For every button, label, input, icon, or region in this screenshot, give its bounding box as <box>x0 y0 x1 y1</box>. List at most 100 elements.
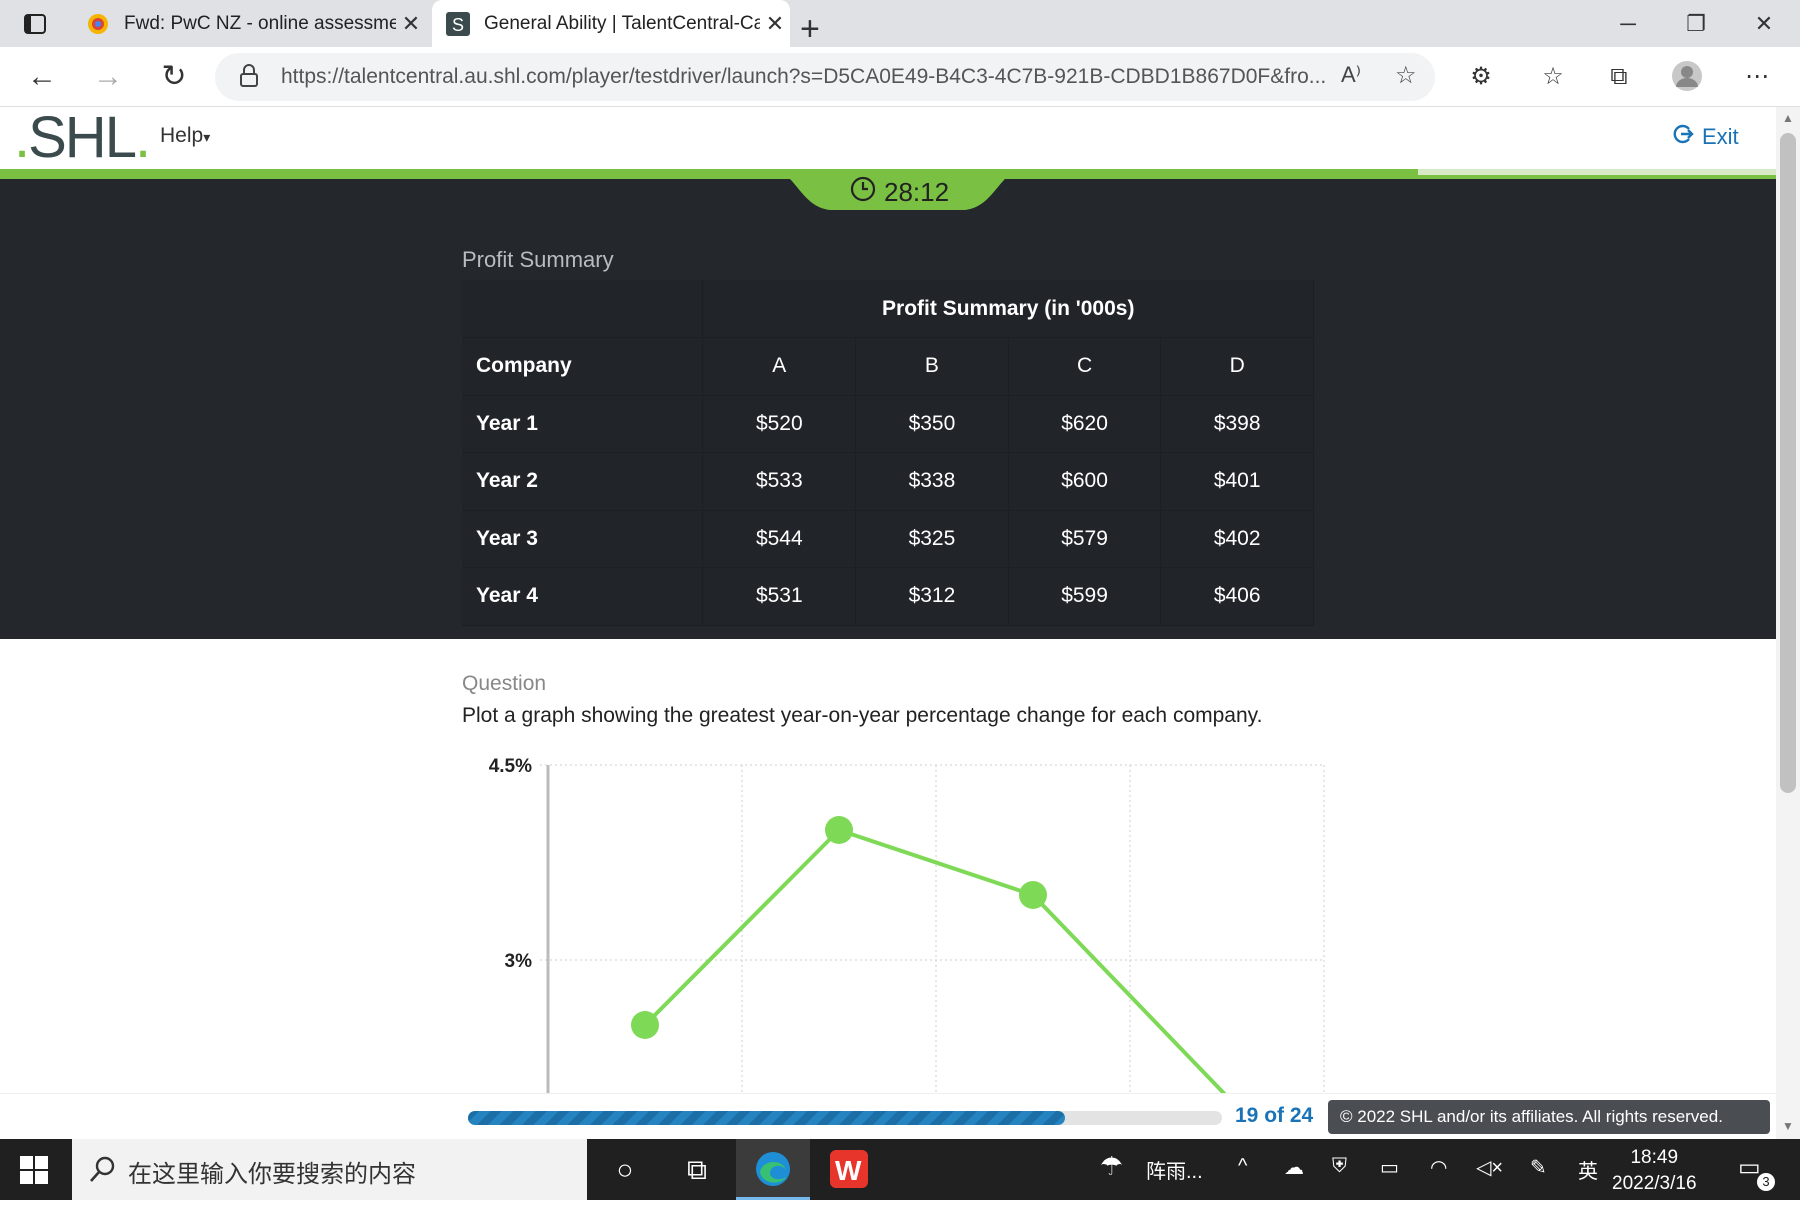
copyright-notice: © 2022 SHL and/or its affiliates. All ri… <box>1328 1100 1770 1134</box>
table-row: Year 4 $531 $312 $599 $406 <box>462 567 1314 626</box>
y-tick-label: 4.5% <box>489 756 532 777</box>
security-icon[interactable]: ⛨ <box>1332 1155 1347 1178</box>
close-tab-icon[interactable]: ✕ <box>396 11 426 37</box>
browser-tab-email[interactable]: Fwd: PwC NZ - online assessmen ✕ <box>86 0 426 47</box>
wps-app-icon[interactable]: W <box>812 1139 886 1200</box>
clock-icon <box>850 176 876 209</box>
more-menu-icon[interactable]: ⋯ <box>1740 60 1774 94</box>
edge-app-icon[interactable] <box>736 1139 810 1200</box>
table-cell: $338 <box>855 452 1009 511</box>
table-row: Year 2 $533 $338 $600 $401 <box>462 452 1314 511</box>
scroll-up-icon[interactable]: ▲ <box>1776 111 1800 125</box>
pen-icon[interactable]: ✎ <box>1530 1155 1547 1180</box>
tab-title: General Ability | TalentCentral-Ca <box>484 12 760 34</box>
browser-tab-talentcentral[interactable]: S General Ability | TalentCentral-Ca ✕ <box>432 0 790 47</box>
table-cell: $520 <box>702 395 857 453</box>
table-corner <box>462 280 704 338</box>
back-icon[interactable]: ← <box>24 59 60 95</box>
row-label: Year 4 <box>462 567 704 626</box>
data-point <box>631 1011 659 1039</box>
cortana-icon[interactable]: ○ <box>588 1139 662 1200</box>
shl-logo: .SHL. <box>14 105 151 170</box>
search-placeholder: 在这里输入你要搜索的内容 <box>128 1161 416 1188</box>
answer-line-chart[interactable]: 4.5% 3% <box>462 748 1332 1093</box>
page-scrollbar[interactable]: ▲ ▼ <box>1776 107 1800 1139</box>
url-field[interactable]: https://talentcentral.au.shl.com/player/… <box>215 53 1435 101</box>
progress-fill <box>468 1111 1066 1125</box>
clock-time: 18:49 <box>1630 1147 1679 1168</box>
browser-address-bar: ← → ↻ https://talentcentral.au.shl.com/p… <box>0 47 1800 107</box>
chart-series <box>631 816 1227 1093</box>
row-label: Year 1 <box>462 395 704 453</box>
shl-favicon-icon: S <box>446 11 470 36</box>
close-window-icon[interactable]: ✕ <box>1740 8 1788 40</box>
forward-icon[interactable]: → <box>90 59 126 95</box>
svg-text:W: W <box>835 1155 862 1186</box>
table-cell: $600 <box>1008 452 1162 511</box>
lock-icon[interactable] <box>239 64 259 93</box>
scroll-down-icon[interactable]: ▼ <box>1776 1119 1800 1133</box>
wifi-icon[interactable]: ◠ <box>1430 1155 1447 1180</box>
table-cell: $620 <box>1008 395 1162 453</box>
help-menu[interactable]: Help▾ <box>160 124 210 148</box>
notification-badge: 3 <box>1757 1173 1775 1191</box>
add-favorite-icon[interactable]: ☆ <box>1395 61 1417 90</box>
row-label: Year 2 <box>462 452 704 511</box>
weather-text[interactable]: 阵雨... <box>1146 1155 1203 1184</box>
mail-favicon-icon <box>86 12 110 36</box>
row-label: Year 3 <box>462 510 704 568</box>
favorites-icon[interactable]: ☆ <box>1536 60 1570 94</box>
table-cell: $599 <box>1008 567 1162 626</box>
refresh-icon[interactable]: ↻ <box>156 59 192 95</box>
show-hidden-icons[interactable]: ^ <box>1238 1155 1247 1178</box>
close-tab-icon[interactable]: ✕ <box>760 11 790 37</box>
minimize-icon[interactable]: ─ <box>1604 8 1652 40</box>
volume-muted-icon[interactable]: ◁× <box>1476 1155 1503 1180</box>
timer: 28:12 <box>850 176 949 209</box>
exit-button[interactable]: Exit <box>1672 123 1739 151</box>
table-row: Year 1 $520 $350 $620 $398 <box>462 395 1314 453</box>
table-cell: $544 <box>702 510 857 568</box>
help-label: Help <box>160 124 204 147</box>
question-text: Plot a graph showing the greatest year-o… <box>462 704 1263 727</box>
browser-tab-bar: Fwd: PwC NZ - online assessmen ✕ S Gener… <box>0 0 1800 48</box>
data-point <box>825 816 853 844</box>
windows-start-icon[interactable] <box>18 1154 50 1186</box>
question-label: Question <box>462 672 547 695</box>
progress-text: 19 of 24 <box>1235 1104 1314 1127</box>
ime-indicator[interactable]: 英 <box>1578 1155 1598 1184</box>
profit-table: Profit Summary (in '000s) Company A B C … <box>462 280 1314 626</box>
restore-icon[interactable]: ❐ <box>1672 8 1720 40</box>
data-point <box>1019 881 1047 909</box>
collections-icon[interactable]: ⧉ <box>1602 60 1636 94</box>
profile-avatar[interactable] <box>1670 60 1704 94</box>
info-panel: Profit Summary Profit Summary (in '000s)… <box>0 179 1776 639</box>
progress-bar <box>468 1111 1222 1125</box>
table-cell: $312 <box>855 567 1009 626</box>
table-row: Year 3 $544 $325 $579 $402 <box>462 510 1314 568</box>
table-cell: $406 <box>1160 567 1314 626</box>
task-view-icon[interactable]: ⧉ <box>660 1139 734 1200</box>
weather-icon[interactable]: ☂ <box>1100 1151 1123 1182</box>
read-aloud-icon[interactable]: A⁾ <box>1341 62 1361 88</box>
row-header: Company <box>462 337 704 396</box>
taskbar-search[interactable]: 在这里输入你要搜索的内容 <box>72 1139 587 1200</box>
column-header: B <box>855 337 1009 396</box>
table-cell: $531 <box>702 567 857 626</box>
new-tab-icon[interactable]: + <box>800 6 820 53</box>
extensions-icon[interactable]: ⚙ <box>1464 60 1498 94</box>
battery-icon[interactable]: ▭ <box>1380 1155 1399 1180</box>
shl-header: .SHL. Help▾ Exit <box>0 107 1776 169</box>
table-header-row: Company A B C D <box>462 337 1314 396</box>
chart-grid <box>540 764 1325 1093</box>
system-clock[interactable]: 18:49 2022/3/16 <box>1612 1145 1697 1197</box>
onedrive-icon[interactable]: ☁ <box>1284 1155 1304 1180</box>
column-header: A <box>702 337 857 396</box>
column-header: D <box>1160 337 1314 396</box>
table-cell: $401 <box>1160 452 1314 511</box>
table-cell: $350 <box>855 395 1009 453</box>
scroll-thumb[interactable] <box>1780 133 1796 793</box>
tab-actions-icon[interactable] <box>22 11 48 37</box>
windows-taskbar: 在这里输入你要搜索的内容 ○ ⧉ W ☂ 阵雨... ^ ☁ ⛨ ▭ ◠ ◁× … <box>0 1139 1800 1200</box>
footer: 19 of 24 © 2022 SHL and/or its affiliate… <box>0 1093 1776 1139</box>
